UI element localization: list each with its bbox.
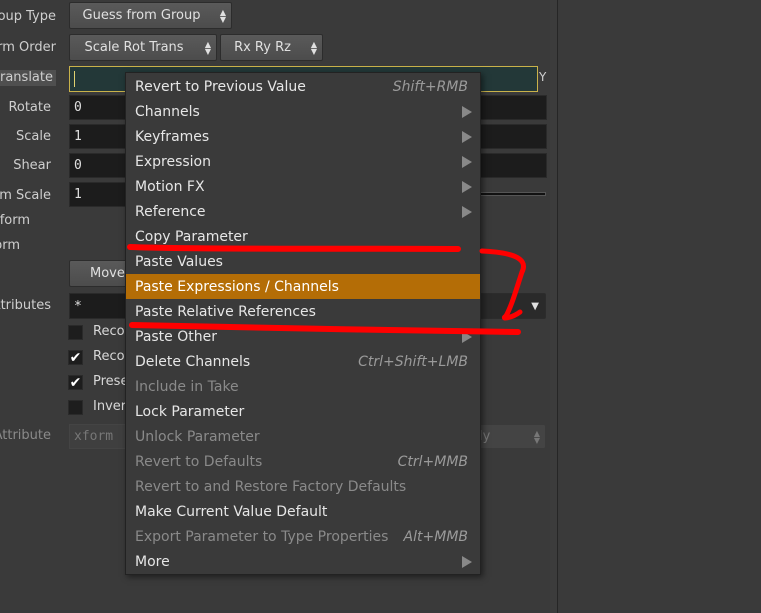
annotation-arrow [479, 248, 526, 321]
annotation-underline-paste [129, 322, 521, 335]
annotation-underline-copy [127, 244, 461, 252]
red-annotation [127, 244, 526, 335]
